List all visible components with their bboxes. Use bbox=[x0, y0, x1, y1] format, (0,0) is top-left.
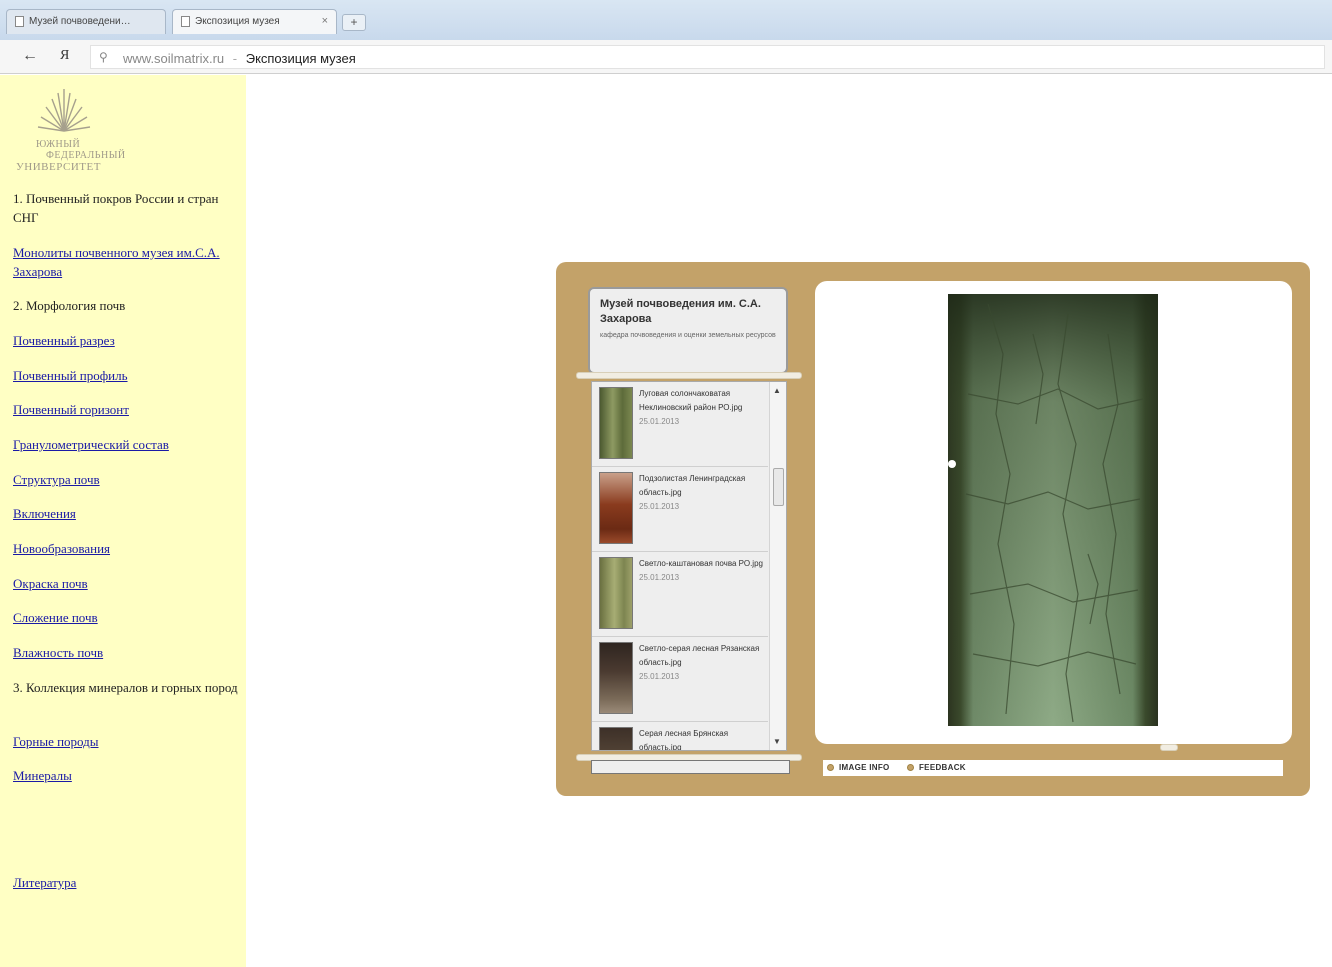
nav-link-composition[interactable]: Сложение почв bbox=[13, 608, 238, 627]
thumbnail-name: Светло-каштановая почва РО.jpg bbox=[639, 559, 763, 568]
url-separator: - bbox=[232, 51, 238, 66]
url-domain: www.soilmatrix.ru bbox=[123, 51, 225, 66]
nav-link-monoliths[interactable]: Монолиты почвенного музея им.С.А. Захаро… bbox=[13, 243, 238, 281]
nav-link-neoformations[interactable]: Новообразования bbox=[13, 539, 238, 558]
nav-link-rocks[interactable]: Горные породы bbox=[13, 732, 238, 751]
thumbnail-image bbox=[599, 387, 633, 459]
thumbnail-name: Серая лесная Брянская область.jpg bbox=[639, 729, 729, 751]
thumbnail-name: Светло-серая лесная Рязанская область.jp… bbox=[639, 644, 760, 667]
thumbnail-name: Луговая солончаковатая Неклиновский райо… bbox=[639, 389, 743, 412]
url-field[interactable]: ⚲ www.soilmatrix.ru - Экспозиция музея bbox=[90, 45, 1325, 69]
thumbnail-scrollbar[interactable]: ▲ ▼ bbox=[769, 382, 786, 750]
scroll-thumb[interactable] bbox=[773, 468, 784, 506]
feedback-label: FEEDBACK bbox=[919, 763, 966, 772]
page-icon bbox=[15, 16, 24, 27]
nav-link-soil-section[interactable]: Почвенный разрез bbox=[13, 331, 238, 350]
yandex-icon[interactable]: Я bbox=[60, 48, 69, 64]
image-info-button[interactable]: IMAGE INFO bbox=[827, 763, 890, 772]
thumbnail-caption: Серая лесная Брянская область.jpg bbox=[639, 727, 767, 751]
close-tab-icon[interactable]: × bbox=[322, 15, 328, 27]
thumbnail-caption: Подзолистая Ленинградская область.jpg 25… bbox=[639, 472, 767, 514]
thumbnail-caption: Светло-серая лесная Рязанская область.jp… bbox=[639, 642, 767, 684]
nav-link-color[interactable]: Окраска почв bbox=[13, 574, 238, 593]
gallery-subtitle: кафедра почвоведения и оценки земельных … bbox=[600, 332, 776, 339]
thumbnail-caption: Луговая солончаковатая Неклиновский райо… bbox=[639, 387, 767, 429]
thumbnail-item[interactable]: Подзолистая Ленинградская область.jpg 25… bbox=[592, 467, 768, 552]
tab-label: Музей почвоведени… bbox=[29, 16, 131, 27]
nav-link-moisture[interactable]: Влажность почв bbox=[13, 643, 238, 662]
thumbnail-image bbox=[599, 557, 633, 629]
thumbnail-image bbox=[599, 472, 633, 544]
thumbnail-date: 25.01.2013 bbox=[639, 417, 680, 426]
thumbnail-item[interactable]: Серая лесная Брянская область.jpg bbox=[592, 722, 768, 751]
university-logo: ЮЖНЫЙ ФЕДЕРАЛЬНЫЙ УНИВЕРСИТЕТ bbox=[14, 87, 154, 177]
thumbnail-caption: Светло-каштановая почва РО.jpg 25.01.201… bbox=[639, 557, 767, 585]
nav-link-soil-horizon[interactable]: Почвенный горизонт bbox=[13, 400, 238, 419]
logo-emblem-icon bbox=[37, 89, 91, 132]
thumbnail-bottom-bar bbox=[591, 760, 790, 774]
nav-link-minerals[interactable]: Минералы bbox=[13, 766, 238, 785]
nav-section-soil-cover: 1. Почвенный покров России и стран СНГ bbox=[13, 191, 219, 225]
thumbnail-date: 25.01.2013 bbox=[639, 672, 680, 681]
divider-band bbox=[576, 372, 802, 379]
nav-link-granulometric[interactable]: Гранулометрический состав bbox=[13, 435, 238, 454]
logo-text-line: ЮЖНЫЙ bbox=[36, 139, 81, 150]
logo-text-line: УНИВЕРСИТЕТ bbox=[16, 161, 101, 173]
image-info-label: IMAGE INFO bbox=[839, 763, 890, 772]
scroll-up-icon[interactable]: ▲ bbox=[773, 386, 781, 395]
thumbnail-item[interactable]: Светло-серая лесная Рязанская область.jp… bbox=[592, 637, 768, 722]
nav-section-minerals-collection: 3. Коллекция минералов и горных пород bbox=[13, 680, 238, 695]
viewer-footer: IMAGE INFO FEEDBACK bbox=[823, 760, 1283, 776]
thumbnail-image bbox=[599, 727, 633, 750]
browser-tab-1[interactable]: Музей почвоведени… bbox=[6, 9, 166, 34]
browser-tab-2-active[interactable]: Экспозиция музея × bbox=[172, 9, 337, 34]
thumbnail-item[interactable]: Луговая солончаковатая Неклиновский райо… bbox=[592, 382, 768, 467]
address-bar: ← Я ⚲ www.soilmatrix.ru - Экспозиция муз… bbox=[0, 40, 1332, 74]
sidebar-nav: ЮЖНЫЙ ФЕДЕРАЛЬНЫЙ УНИВЕРСИТЕТ 1. Почвенн… bbox=[0, 75, 246, 967]
nav-link-soil-profile[interactable]: Почвенный профиль bbox=[13, 366, 238, 385]
browser-tab-bar: Музей почвоведени… Экспозиция музея × + bbox=[0, 0, 1332, 40]
soil-monolith-photo[interactable] bbox=[948, 294, 1158, 726]
circle-icon bbox=[827, 764, 834, 771]
nav-link-inclusions[interactable]: Включения bbox=[13, 504, 238, 523]
thumbnail-name: Подзолистая Ленинградская область.jpg bbox=[639, 474, 746, 497]
scroll-down-icon[interactable]: ▼ bbox=[773, 737, 781, 746]
thumbnail-item[interactable]: Светло-каштановая почва РО.jpg 25.01.201… bbox=[592, 552, 768, 637]
search-icon: ⚲ bbox=[99, 50, 108, 64]
tab-label: Экспозиция музея bbox=[195, 16, 280, 27]
divider-band bbox=[1160, 744, 1178, 751]
gallery-info-panel: Музей почвоведения им. С.А. Захарова каф… bbox=[588, 287, 788, 374]
circle-icon bbox=[907, 764, 914, 771]
nav-link-literature[interactable]: Литература bbox=[13, 873, 238, 892]
page-icon bbox=[181, 16, 190, 27]
nav-link-structure[interactable]: Структура почв bbox=[13, 470, 238, 489]
url-text: www.soilmatrix.ru - Экспозиция музея bbox=[123, 51, 356, 66]
feedback-button[interactable]: FEEDBACK bbox=[907, 763, 966, 772]
new-tab-button[interactable]: + bbox=[342, 14, 366, 31]
viewer-handle[interactable] bbox=[948, 460, 956, 468]
nav-section-morphology: 2. Морфология почв bbox=[13, 298, 126, 313]
url-page-title: Экспозиция музея bbox=[245, 51, 356, 66]
thumbnail-image bbox=[599, 642, 633, 714]
back-arrow-icon[interactable]: ← bbox=[22, 47, 38, 65]
thumbnail-date: 25.01.2013 bbox=[639, 502, 680, 511]
thumbnail-list[interactable]: Луговая солончаковатая Неклиновский райо… bbox=[591, 381, 787, 751]
thumbnail-date: 25.01.2013 bbox=[639, 573, 680, 582]
gallery-title: Музей почвоведения им. С.А. Захарова bbox=[600, 298, 761, 325]
logo-text-line: ФЕДЕРАЛЬНЫЙ bbox=[46, 150, 126, 161]
